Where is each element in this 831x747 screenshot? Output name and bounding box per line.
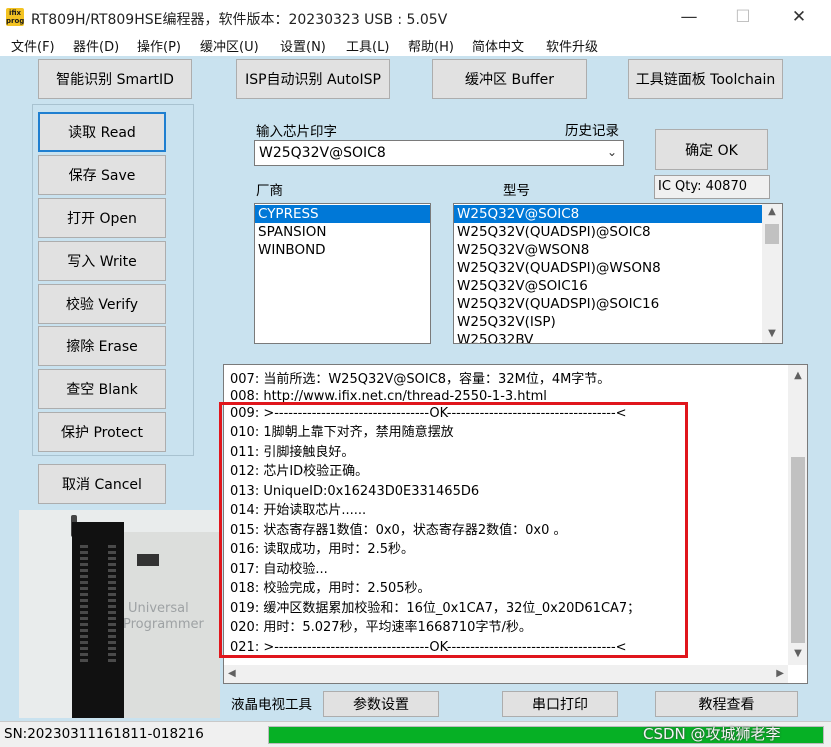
tutorial-button[interactable]: 教程查看 [655, 691, 798, 717]
model-item[interactable]: W25Q32BV [454, 331, 762, 343]
protect-button[interactable]: 保护 Protect [38, 412, 166, 452]
vendor-item[interactable]: WINBOND [255, 241, 430, 259]
menu-bar: 文件(F) 器件(D) 操作(P) 缓冲区(U) 设置(N) 工具(L) 帮助(… [0, 34, 831, 56]
scroll-up-icon[interactable]: ▲ [788, 370, 807, 381]
programmer-image: Universal Programmer [19, 510, 220, 718]
vendor-label: 厂商 [256, 183, 283, 199]
menu-settings[interactable]: 设置(N) [280, 36, 326, 55]
erase-button[interactable]: 擦除 Erase [38, 326, 166, 366]
scroll-down-icon[interactable]: ▼ [762, 328, 782, 339]
model-item[interactable]: W25Q32V(ISP) [454, 313, 762, 331]
app-logo: ifix prog [6, 8, 25, 26]
serial-print-button[interactable]: 串口打印 [502, 691, 618, 717]
toolchain-button[interactable]: 工具链面板 Toolchain [628, 59, 783, 99]
model-item[interactable]: W25Q32V@SOIC8 [454, 205, 762, 223]
log-line: 007: 当前所选：W25Q32V@SOIC8，容量：32M位，4M字节。 [230, 372, 611, 387]
watermark: CSDN @攻城狮老李 [643, 725, 781, 743]
buffer-button[interactable]: 缓冲区 Buffer [432, 59, 587, 99]
model-item[interactable]: W25Q32V(QUADSPI)@SOIC16 [454, 295, 762, 313]
save-button[interactable]: 保存 Save [38, 155, 166, 195]
model-list[interactable]: W25Q32V@SOIC8 W25Q32V(QUADSPI)@SOIC8 W25… [453, 203, 783, 344]
menu-buffer[interactable]: 缓冲区(U) [200, 36, 259, 55]
vendor-item[interactable]: CYPRESS [255, 205, 430, 223]
highlight-box [219, 402, 688, 658]
verify-button[interactable]: 校验 Verify [38, 284, 166, 324]
scroll-right-icon[interactable]: ▶ [776, 668, 784, 679]
model-item[interactable]: W25Q32V@SOIC16 [454, 277, 762, 295]
zif-socket [72, 522, 124, 718]
menu-upgrade[interactable]: 软件升级 [546, 36, 598, 55]
scroll-left-icon[interactable]: ◀ [228, 668, 236, 679]
log-vertical-scrollbar[interactable]: ▲ ▼ [788, 365, 807, 665]
menu-file[interactable]: 文件(F) [11, 36, 55, 55]
params-button[interactable]: 参数设置 [323, 691, 439, 717]
ic-qty-display: IC Qty: 40870 [654, 175, 770, 199]
model-label: 型号 [503, 183, 530, 199]
status-bar: SN:20230311161811-018216 CSDN @攻城狮老李 [0, 721, 831, 747]
blank-button[interactable]: 查空 Blank [38, 369, 166, 409]
menu-operation[interactable]: 操作(P) [137, 36, 181, 55]
menu-help[interactable]: 帮助(H) [408, 36, 454, 55]
lcd-tool-label: 液晶电视工具 [231, 697, 312, 713]
serial-number: SN:20230311161811-018216 [4, 726, 204, 742]
title-bar: ifix prog RT809H/RT809HSE编程器，软件版本：202303… [0, 0, 831, 34]
open-button[interactable]: 打开 Open [38, 198, 166, 238]
scroll-up-icon[interactable]: ▲ [762, 206, 782, 217]
model-item[interactable]: W25Q32V@WSON8 [454, 241, 762, 259]
autoisp-button[interactable]: ISP自动识别 AutoISP [236, 59, 390, 99]
read-button[interactable]: 读取 Read [38, 112, 166, 152]
ok-button[interactable]: 确定 OK [655, 129, 768, 170]
smartid-button[interactable]: 智能识别 SmartID [38, 59, 192, 99]
write-button[interactable]: 写入 Write [38, 241, 166, 281]
chip-marking-value: W25Q32V@SOIC8 [259, 145, 386, 161]
cancel-button[interactable]: 取消 Cancel [38, 464, 166, 504]
model-list-scrollbar[interactable]: ▲ ▼ [762, 204, 782, 343]
programmer-caption-1: Universal [128, 601, 189, 616]
model-item[interactable]: W25Q32V(QUADSPI)@SOIC8 [454, 223, 762, 241]
chip-marking-combobox[interactable]: W25Q32V@SOIC8 ⌄ [254, 140, 624, 166]
maximize-button[interactable]: ☐ [720, 0, 766, 34]
history-label: 历史记录 [565, 123, 619, 139]
menu-language[interactable]: 简体中文 [472, 36, 524, 55]
programmer-caption-2: Programmer [123, 617, 204, 632]
window-title: RT809H/RT809HSE编程器，软件版本：20230323 USB : 5… [31, 12, 448, 28]
menu-device[interactable]: 器件(D) [73, 36, 119, 55]
log-horizontal-scrollbar[interactable]: ◀ ▶ [224, 665, 788, 683]
model-item[interactable]: W25Q32V(QUADSPI)@WSON8 [454, 259, 762, 277]
chip-icon [137, 554, 159, 566]
chevron-down-icon[interactable]: ⌄ [607, 145, 617, 159]
vendor-list[interactable]: CYPRESS SPANSION WINBOND [254, 203, 431, 344]
close-button[interactable]: ✕ [776, 0, 822, 34]
scroll-thumb[interactable] [791, 457, 805, 643]
scroll-down-icon[interactable]: ▼ [788, 648, 807, 659]
minimize-button[interactable]: — [666, 0, 712, 34]
scroll-thumb[interactable] [765, 224, 779, 244]
vendor-item[interactable]: SPANSION [255, 223, 430, 241]
chip-input-label: 输入芯片印字 [256, 124, 337, 140]
menu-tools[interactable]: 工具(L) [346, 36, 389, 55]
